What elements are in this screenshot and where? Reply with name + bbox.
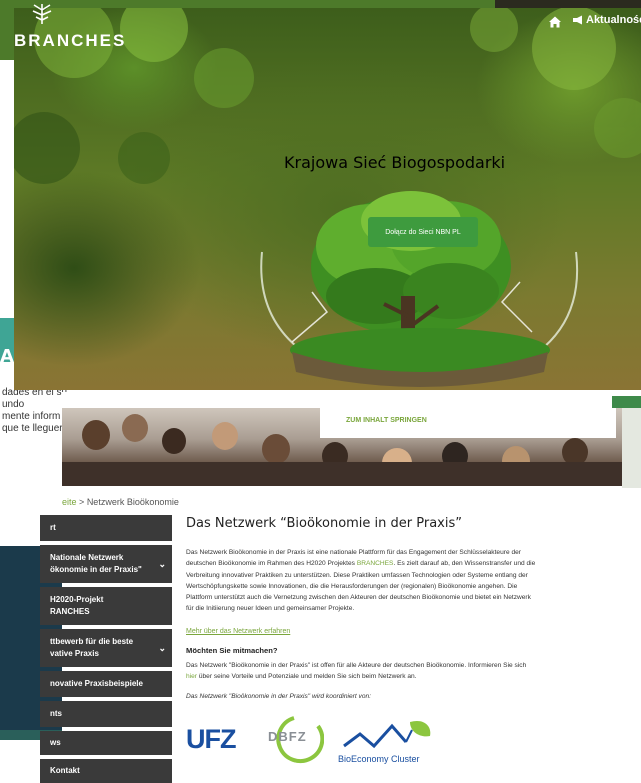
intro-line: deutschen Bioökonomie im Rahmen des H202…: [186, 560, 357, 568]
dbfz-logo[interactable]: DBFZ: [268, 729, 307, 744]
here-link[interactable]: hier: [186, 673, 197, 680]
intro-line: Plattform unterstützt auch die Vernetzun…: [186, 594, 531, 602]
sidebar-item-practice-examples[interactable]: novative Praxisbeispiele: [40, 671, 172, 697]
join-line: über seine Vorteile und Potenziale und m…: [197, 673, 417, 681]
chevron-down-icon[interactable]: ⌄: [158, 642, 166, 654]
spanish-line: undo: [2, 399, 25, 410]
news-nav-label: Aktualności: [586, 14, 641, 26]
join-heading: Möchten Sie mitmachen?: [186, 646, 278, 655]
breadcrumb-current: Netzwerk Bioökonomie: [86, 497, 179, 507]
glass-globe: [260, 251, 579, 387]
intro-line: Wertschöpfungskette sowie Innovationen, …: [186, 582, 518, 590]
intro-line: Das Netzwerk Bioökonomie in der Praxis i…: [186, 549, 521, 556]
photo-edge: [622, 408, 641, 488]
bioeconomy-logo[interactable]: BioEconomy Cluster: [338, 754, 420, 764]
join-paragraph: Das Netzwerk "Bioökonomie in der Praxis"…: [186, 660, 612, 683]
join-line: Das Netzwerk "Bioökonomie in der Praxis"…: [186, 662, 527, 669]
sidebar-item-events[interactable]: nts: [40, 701, 172, 727]
branches-logo-icon: [32, 4, 52, 24]
sidebar-item-label: novative Praxisbeispiele: [50, 679, 143, 688]
join-network-button[interactable]: Dołącz do Sieci NBN PL: [368, 217, 478, 247]
intro-line: Verbreitung innovativer Praktiken zu unt…: [186, 571, 528, 579]
breadcrumb: eite > Netzwerk Bioökonomie: [62, 497, 179, 507]
spanish-line: que te lleguer: [2, 423, 63, 434]
hero-banner: Krajowa Sieć Biogospodarki Dołącz do Sie…: [14, 8, 641, 390]
sidebar-item-label: Nationale Netzwerk ökonomie in der Praxi…: [50, 553, 142, 574]
sidebar-item-news[interactable]: ws: [40, 731, 172, 755]
sidebar-item-label: ttbewerb für die beste vative Praxis: [50, 637, 134, 658]
sidebar-item-label: H2020-Projekt RANCHES: [50, 595, 104, 616]
ufz-logo[interactable]: UFZ: [186, 724, 236, 755]
spanish-line: mente inform: [2, 411, 61, 422]
sidebar-item-label: ws: [50, 738, 61, 747]
sidebar-item-h2020[interactable]: H2020-Projekt RANCHES: [40, 587, 172, 625]
chevron-down-icon[interactable]: ⌄: [158, 558, 166, 570]
hero-title: Krajowa Sieć Biogospodarki: [284, 153, 506, 172]
skip-to-content-link[interactable]: ZUM INHALT SPRINGEN: [346, 417, 427, 424]
branches-brand[interactable]: BRANCHES: [14, 31, 126, 51]
sidebar-item-national-network[interactable]: Nationale Netzwerk ökonomie in der Praxi…: [40, 545, 172, 583]
sidebar-item-start[interactable]: rt: [40, 515, 172, 541]
breadcrumb-home[interactable]: eite: [62, 497, 77, 507]
intro-paragraph: Das Netzwerk Bioökonomie in der Praxis i…: [186, 547, 612, 615]
breadcrumb-separator: >: [79, 497, 85, 507]
sidebar-item-label: nts: [50, 709, 62, 718]
coordinated-by: Das Netzwerk "Bioökonomie in der Praxis"…: [186, 693, 371, 700]
learn-more-link[interactable]: Mehr über das Netzwerk erfahren: [186, 628, 290, 635]
intro-line: . Es zielt darauf ab, den Wissenstransfe…: [393, 560, 536, 568]
page-title: Das Netzwerk “Bioökonomie in der Praxis”: [186, 516, 462, 531]
sidebar-item-contact[interactable]: Kontakt: [40, 759, 172, 783]
sidebar-item-label: rt: [50, 523, 56, 532]
megaphone-icon: [573, 15, 582, 25]
branches-link[interactable]: BRANCHES: [357, 560, 394, 567]
home-icon[interactable]: [548, 15, 562, 29]
sidebar-item-label: Kontakt: [50, 766, 80, 775]
intro-line: für die Initiierung neuer Ideen und geme…: [186, 605, 355, 613]
news-nav-link[interactable]: Aktualności: [572, 14, 641, 26]
sidebar-item-competition[interactable]: ttbewerb für die beste vative Praxis ⌄: [40, 629, 172, 667]
